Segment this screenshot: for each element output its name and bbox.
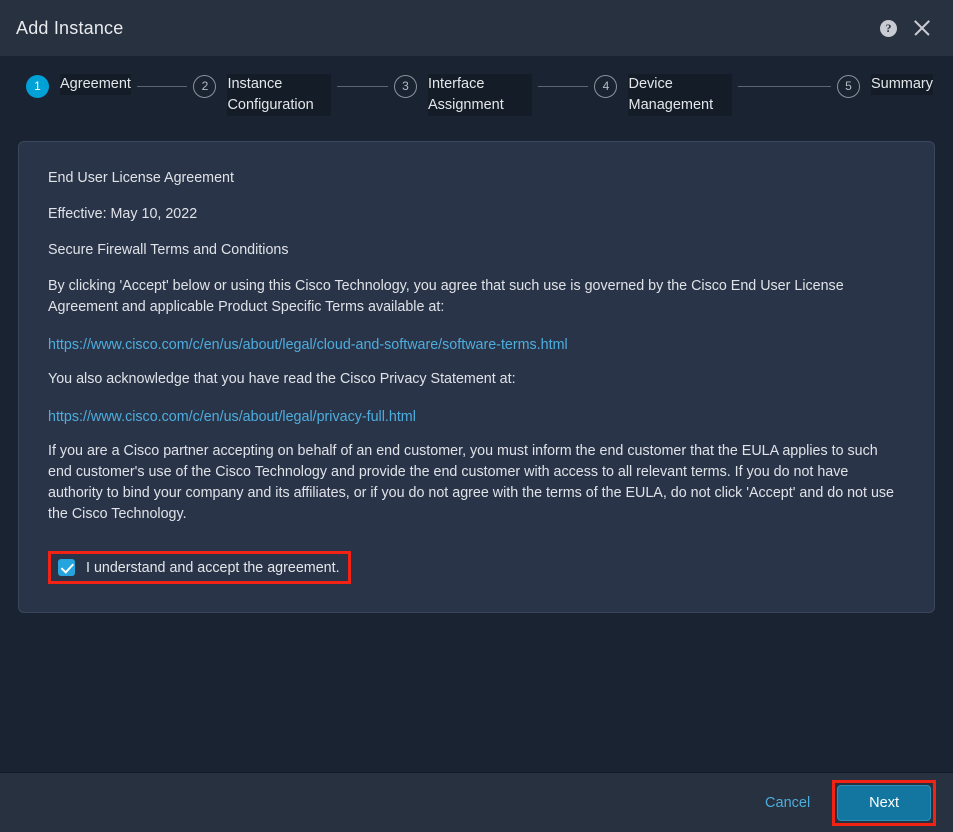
step-connector-3 (537, 86, 589, 87)
eula-paragraph-1: By clicking 'Accept' below or using this… (48, 278, 844, 315)
add-instance-dialog: Add Instance ? 1 Agreement 2 Instance Co… (0, 0, 953, 832)
eula-paragraph-3: If you are a Cisco partner accepting on … (48, 443, 895, 522)
step-1-agreement[interactable]: 1 Agreement (26, 74, 131, 98)
step-2-number: 2 (193, 75, 217, 98)
step-connector-4 (738, 86, 831, 87)
step-connector-1 (136, 86, 188, 87)
dialog-footer: Cancel Next (0, 772, 953, 832)
step-connector-2 (337, 86, 388, 87)
eula-card: End User License Agreement Effective: Ma… (18, 141, 935, 613)
cancel-button[interactable]: Cancel (751, 787, 824, 819)
step-3-segment: 3 Interface Assignment (331, 74, 532, 116)
step-4-device-management[interactable]: 4 Device Management (594, 74, 733, 116)
step-4-label: Device Management (628, 74, 733, 116)
help-circle-icon[interactable]: ? (880, 19, 897, 37)
step-2-label: Instance Configuration (227, 74, 332, 116)
step-3-number: 3 (393, 75, 417, 98)
titlebar-actions: ? (880, 17, 933, 39)
accept-agreement-checkbox[interactable] (58, 559, 75, 576)
dialog-titlebar: Add Instance ? (0, 0, 953, 56)
step-4-number: 4 (594, 75, 618, 98)
step-3-label: Interface Assignment (427, 74, 532, 116)
next-button[interactable]: Next (837, 784, 931, 821)
dialog-title: Add Instance (16, 17, 124, 38)
step-5-label: Summary (870, 74, 933, 95)
next-button-highlight: Next (832, 779, 936, 826)
step-3-interface-assignment[interactable]: 3 Interface Assignment (393, 74, 532, 116)
step-2-segment: 2 Instance Configuration (131, 74, 332, 116)
eula-paragraph-2: You also acknowledge that you have read … (48, 371, 516, 387)
step-1-number: 1 (26, 75, 49, 98)
step-4-segment: 4 Device Management (532, 74, 733, 116)
step-2-instance-configuration[interactable]: 2 Instance Configuration (193, 74, 332, 116)
step-5-segment: 5 Summary (732, 74, 933, 98)
step-1-label: Agreement (60, 74, 131, 95)
eula-subheading: Secure Firewall Terms and Conditions (48, 242, 289, 258)
software-terms-link[interactable]: https://www.cisco.com/c/en/us/about/lega… (48, 337, 568, 353)
wizard-stepper: 1 Agreement 2 Instance Configuration 3 I… (0, 56, 953, 132)
accept-agreement-label: I understand and accept the agreement. (86, 559, 340, 576)
privacy-statement-link[interactable]: https://www.cisco.com/c/en/us/about/lega… (48, 409, 416, 425)
eula-heading: End User License Agreement (48, 170, 234, 186)
dialog-body: End User License Agreement Effective: Ma… (0, 132, 953, 772)
accept-agreement-row[interactable]: I understand and accept the agreement. (48, 551, 351, 584)
step-5-number: 5 (836, 75, 860, 98)
eula-effective-date: Effective: May 10, 2022 (48, 206, 198, 222)
step-5-summary[interactable]: 5 Summary (836, 74, 933, 98)
close-icon[interactable] (911, 17, 933, 39)
